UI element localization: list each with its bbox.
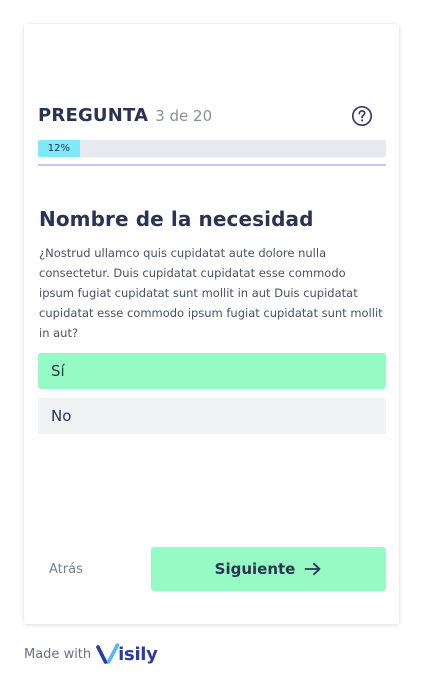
back-button[interactable]: Atrás xyxy=(49,562,83,577)
visily-logo[interactable]: isily xyxy=(96,642,158,666)
progress-underline xyxy=(38,164,386,166)
progress-bar: 12% xyxy=(38,140,386,157)
progress-label: 12% xyxy=(47,143,70,154)
question-counter: 3 de 20 xyxy=(155,107,213,125)
option-label: Sí xyxy=(51,362,65,380)
visily-logo-text: isily xyxy=(118,643,158,665)
footer: Made with isily xyxy=(24,642,158,666)
progress-fill: 12% xyxy=(38,140,80,157)
next-button[interactable]: Siguiente xyxy=(151,547,386,591)
question-description: ¿Nostrud ullamco quis cupidatat aute dol… xyxy=(39,246,383,340)
made-with-text: Made with xyxy=(24,646,92,662)
option-no[interactable]: No xyxy=(38,398,386,434)
question-card: PREGUNTA 3 de 20 12% Nombre de la necesi… xyxy=(24,24,399,624)
question-word: PREGUNTA xyxy=(38,105,149,126)
question-title: Nombre de la necesidad xyxy=(39,207,314,231)
visily-v-icon xyxy=(96,643,120,664)
question-header: PREGUNTA 3 de 20 xyxy=(38,105,385,127)
option-label: No xyxy=(51,407,72,425)
next-button-label: Siguiente xyxy=(214,560,296,578)
arrow-right-icon xyxy=(304,562,321,576)
option-si[interactable]: Sí xyxy=(38,353,386,389)
question-circle-icon[interactable] xyxy=(351,105,373,127)
